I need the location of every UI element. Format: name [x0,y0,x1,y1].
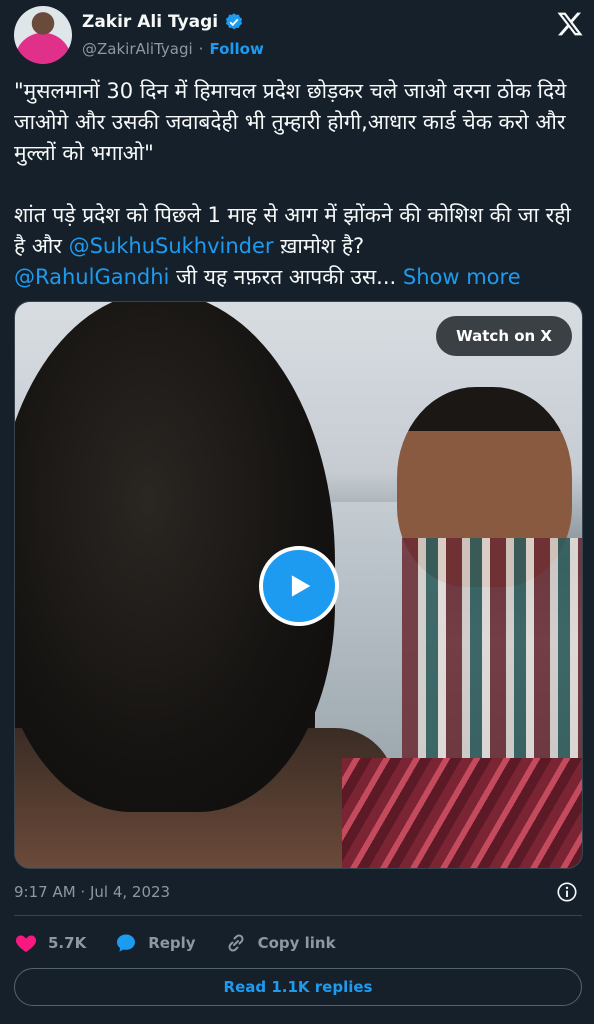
verified-badge-icon [226,13,243,30]
divider [14,915,582,916]
speech-bubble-icon [117,934,136,952]
play-icon [291,575,311,597]
author-name[interactable]: Zakir Ali Tyagi [82,12,218,32]
link-icon [228,934,244,952]
tweet-line3: जी यह नफ़रत आपकी उस... [169,265,403,289]
handle-row: @ZakirAliTyagi · Follow [82,40,264,58]
like-count: 5.7K [48,934,87,952]
x-logo-icon[interactable] [556,10,584,38]
copy-link-button[interactable]: Copy link [224,931,336,955]
heart-icon [15,935,37,952]
author-name-row: Zakir Ali Tyagi [82,12,244,32]
tweet-line2-end: ख़ामोश है? [273,234,365,258]
copy-link-label: Copy link [257,934,336,952]
show-more-link[interactable]: Show more [403,265,521,289]
avatar[interactable] [14,6,72,64]
timestamp[interactable]: 9:17 AM · Jul 4, 2023 [14,883,170,901]
mention-sukhu[interactable]: @SukhuSukhvinder [69,234,274,258]
like-button[interactable]: 5.7K [14,931,86,955]
reply-button[interactable]: Reply [114,931,196,955]
author-handle[interactable]: @ZakirAliTyagi [82,40,193,58]
action-bar: 5.7K Reply Copy link [14,928,364,958]
reply-label: Reply [148,934,196,952]
tweet-header: Zakir Ali Tyagi @ZakirAliTyagi · Follow [14,6,584,68]
video-player[interactable]: Watch on X [14,301,583,869]
watch-on-x-button[interactable]: Watch on X [436,316,572,356]
tweet-card: Zakir Ali Tyagi @ZakirAliTyagi · Follow … [0,0,594,1024]
video-frame-shirt [402,538,582,788]
read-replies-button[interactable]: Read 1.1K replies [14,968,582,1006]
info-icon[interactable] [556,881,578,903]
video-frame-striped-shirt [342,758,582,868]
follow-button[interactable]: Follow [209,40,263,58]
mention-rahul[interactable]: @RahulGandhi [14,265,169,289]
separator-dot: · [198,40,204,58]
tweet-text: "मुसलमानों 30 दिन में हिमाचल प्रदेश छोड़… [14,76,582,293]
play-button[interactable] [259,546,339,626]
tweet-meta: 9:17 AM · Jul 4, 2023 [14,880,582,906]
tweet-line1: "मुसलमानों 30 दिन में हिमाचल प्रदेश छोड़… [14,79,574,165]
